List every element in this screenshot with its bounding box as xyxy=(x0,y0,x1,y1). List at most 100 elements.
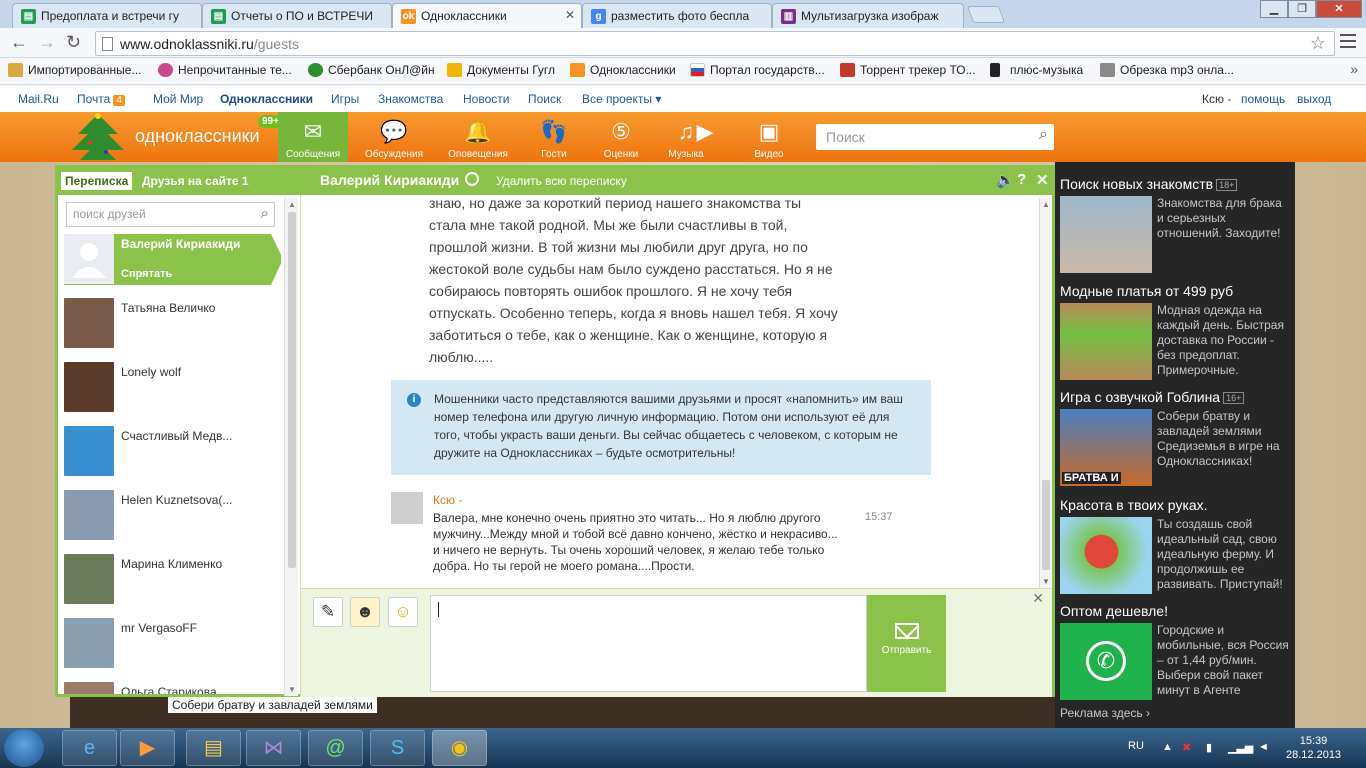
nav-play[interactable]: ▶ xyxy=(688,112,722,162)
minimize-button[interactable]: ▁ xyxy=(1260,0,1288,18)
mailru-link[interactable]: Mail.Ru xyxy=(18,92,59,106)
ad-title[interactable]: Модные платья от 499 руб xyxy=(1060,283,1233,299)
tab-friends-online[interactable]: Друзья на сайте 1 xyxy=(138,172,253,190)
dating-link[interactable]: Знакомства xyxy=(378,92,443,106)
bookmark-item[interactable]: Обрезка mp3 онла... xyxy=(1100,63,1234,77)
news-link[interactable]: Новости xyxy=(463,92,509,106)
sound-icon[interactable]: 🔈 xyxy=(996,171,1015,189)
media-player-icon[interactable]: ▶ xyxy=(120,730,175,766)
ad-image[interactable] xyxy=(1060,196,1152,273)
browser-tab[interactable]: ▤ Отчеты о ПО и ВСТРЕЧИ xyxy=(202,3,392,28)
browser-tab[interactable]: ▤ Предоплата и встречи гу xyxy=(12,3,202,28)
nav-notifications[interactable]: 🔔 Оповещения xyxy=(443,112,513,162)
ad-title[interactable]: Игра с озвучкой Гоблина xyxy=(1060,389,1220,405)
start-button[interactable] xyxy=(4,729,44,767)
close-icon[interactable]: ✕ xyxy=(1032,590,1044,607)
bookmark-item[interactable]: Непрочитанные те... xyxy=(158,63,292,77)
search-icon[interactable]: ⌕ xyxy=(1039,126,1048,144)
nav-discussions[interactable]: 💬 Обсуждения xyxy=(359,112,429,162)
friend-search-input[interactable]: поиск друзей ⌕ xyxy=(66,202,275,227)
my-world-link[interactable]: Мой Мир xyxy=(153,92,203,106)
bookmark-item[interactable]: Документы Гугл xyxy=(447,63,555,77)
forward-icon[interactable]: → xyxy=(38,32,56,53)
network-icon[interactable]: ✖ xyxy=(1182,741,1191,754)
ad-image[interactable] xyxy=(1060,517,1152,594)
bookmark-item[interactable]: Сбербанк ОнЛ@йн xyxy=(308,63,435,77)
friend-item[interactable]: mr VergasoFF xyxy=(64,618,281,682)
contact-name[interactable]: Валерий Кириакиди xyxy=(320,172,459,188)
search-link[interactable]: Поиск xyxy=(528,92,561,106)
reload-icon[interactable]: ↻ xyxy=(66,32,81,53)
scroll-up-icon[interactable]: ▲ xyxy=(1042,200,1050,209)
block-icon[interactable] xyxy=(465,172,479,186)
close-tab-icon[interactable]: ✕ xyxy=(565,8,575,22)
friend-item[interactable]: Ольга Старикова xyxy=(64,682,281,694)
scroll-down-icon[interactable]: ▼ xyxy=(1042,577,1050,586)
conversation-scrollbar[interactable]: ▲ ▼ xyxy=(1039,198,1052,588)
volume-icon[interactable]: ◄ xyxy=(1258,741,1269,753)
back-icon[interactable]: ← xyxy=(10,32,28,53)
friend-item[interactable]: Счастливый Медв... xyxy=(64,426,281,490)
friend-list-scrollbar[interactable]: ▲ ▼ xyxy=(284,198,298,696)
message-input[interactable] xyxy=(430,595,867,692)
bookmark-item[interactable]: Торрент трекер ТО... xyxy=(840,63,976,77)
close-icon[interactable]: ✕ xyxy=(1036,171,1049,189)
friend-item[interactable]: Татьяна Величко xyxy=(64,298,281,362)
ie-icon[interactable]: e xyxy=(62,730,117,766)
chrome-menu-icon[interactable] xyxy=(1340,34,1356,48)
browser-tab[interactable]: ▥ Мультизагрузка изображ xyxy=(772,3,964,28)
ok-search-input[interactable]: Поиск ⌕ xyxy=(816,124,1054,150)
nav-guests[interactable]: 👣 Гости xyxy=(519,112,589,162)
hide-button[interactable]: Спрятать xyxy=(121,268,172,280)
vs-icon[interactable]: ⋈ xyxy=(246,730,301,766)
friend-item[interactable]: Helen Kuznetsova(... xyxy=(64,490,281,554)
friend-item[interactable]: Lonely wolf xyxy=(64,362,281,426)
bookmark-star-icon[interactable]: ☆ xyxy=(1310,33,1326,54)
ad-title[interactable]: Красота в твоих руках. xyxy=(1060,497,1208,513)
scroll-up-icon[interactable]: ▲ xyxy=(288,200,296,209)
games-link[interactable]: Игры xyxy=(331,92,359,106)
clock[interactable]: 15:39 28.12.2013 xyxy=(1286,734,1341,762)
browser-tab[interactable]: g разместить фото беспла xyxy=(582,3,772,28)
help-link[interactable]: помощь xyxy=(1241,92,1285,106)
nav-ratings[interactable]: ⑤ Оценки xyxy=(586,112,656,162)
maximize-button[interactable]: ❐ xyxy=(1288,0,1316,18)
signal-icon[interactable]: ▁▃▅ xyxy=(1228,741,1253,754)
ads-here-link[interactable]: Реклама здесь › xyxy=(1060,706,1150,720)
skype-icon[interactable]: S xyxy=(370,730,425,766)
address-bar[interactable]: www.odnoklassniki.ru/guests ☆ xyxy=(95,31,1335,56)
bookmark-item[interactable]: Портал государств... xyxy=(690,63,825,77)
all-projects-dropdown[interactable]: Все проекты ▾ xyxy=(582,92,661,106)
new-tab-button[interactable] xyxy=(966,6,1006,23)
logout-link[interactable]: выход xyxy=(1297,92,1331,106)
ad-title[interactable]: Поиск новых знакомств xyxy=(1060,176,1213,192)
ad-item[interactable]: Поиск новых знакомств 18+ Знакомства для … xyxy=(1060,176,1282,273)
odnoklassniki-link[interactable]: Одноклассники xyxy=(220,92,313,106)
sticker-icon[interactable]: ☻ xyxy=(350,597,380,627)
more-bookmarks-icon[interactable]: » xyxy=(1350,61,1358,77)
scroll-down-icon[interactable]: ▼ xyxy=(288,685,296,694)
browser-tab-active[interactable]: ok Одноклассники ✕ xyxy=(392,3,582,28)
tab-conversations[interactable]: Переписка xyxy=(61,172,133,190)
ad-item[interactable]: Оптом дешевле! ✆ Городские и мобильные, … xyxy=(1060,603,1289,700)
pencil-icon[interactable]: ✎ xyxy=(313,597,343,627)
delete-all-button[interactable]: Удалить всю переписку xyxy=(496,174,627,188)
ad-item[interactable]: Красота в твоих руках. Ты создашь свой и… xyxy=(1060,497,1283,594)
ad-image[interactable] xyxy=(1060,303,1152,380)
tray-arrow-icon[interactable]: ▲ xyxy=(1162,741,1173,753)
close-window-button[interactable]: ✕ xyxy=(1316,0,1362,18)
friend-item[interactable]: Марина Клименко xyxy=(64,554,281,618)
ad-image[interactable]: ✆ xyxy=(1060,623,1152,700)
avatar[interactable] xyxy=(391,492,423,524)
explorer-icon[interactable]: ▤ xyxy=(186,730,241,766)
ad-image[interactable]: БРАТВА И xyxy=(1060,409,1152,486)
search-icon[interactable]: ⌕ xyxy=(261,205,269,222)
bookmark-item[interactable]: Импортированные... xyxy=(8,63,141,77)
bookmark-item[interactable]: Одноклассники xyxy=(570,63,676,77)
agent-icon[interactable]: @ xyxy=(308,730,363,766)
ad-item[interactable]: Игра с озвучкой Гоблина 16+ БРАТВА И Собе… xyxy=(1060,389,1280,486)
mail-link[interactable]: Почта 4 xyxy=(77,92,125,106)
send-button[interactable]: Отправить xyxy=(867,595,946,692)
usb-icon[interactable]: ▮ xyxy=(1206,741,1212,754)
friend-item-active[interactable]: Валерий Кириакиди Спрятать xyxy=(64,234,281,285)
